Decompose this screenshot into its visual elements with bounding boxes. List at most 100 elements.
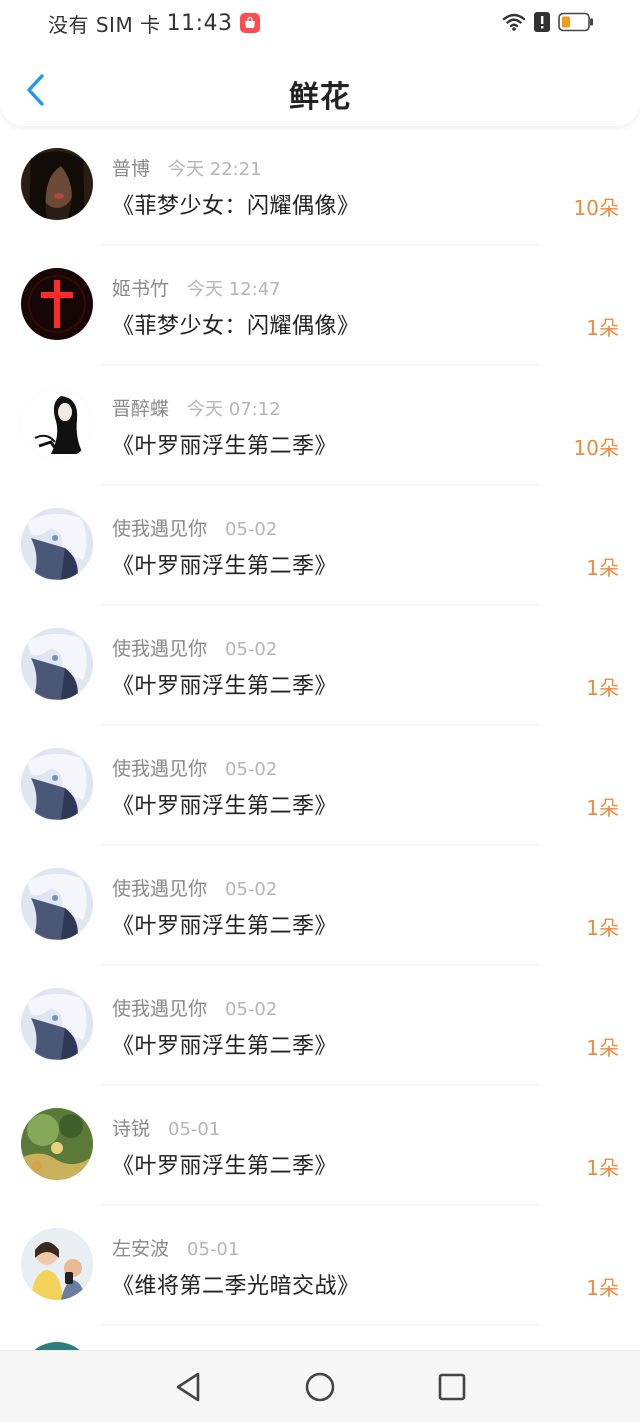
avatar-dark-portrait-icon <box>21 148 93 220</box>
name-line: 姬书竹 今天 12:47 <box>112 274 281 301</box>
flower-count: 10朵 <box>573 436 619 460</box>
name-line: 使我遇见你 05-02 <box>112 514 277 541</box>
home-circle-icon <box>305 1372 335 1401</box>
clock-text: 11:43 <box>166 10 233 36</box>
divider <box>100 1204 540 1205</box>
avatar-ink-sketch-icon <box>21 388 93 460</box>
list-item[interactable]: 普博 今天 22:21 《菲梦少女：闪耀偶像》 10朵 <box>0 126 640 246</box>
book-title: 《叶罗丽浮生第二季》 <box>112 1154 338 1179</box>
nav-back-button[interactable] <box>170 1369 206 1405</box>
alert-icon <box>534 12 550 32</box>
avatar[interactable] <box>21 508 93 580</box>
avatar[interactable] <box>21 268 93 340</box>
avatar-anime-blue-icon <box>21 628 93 700</box>
nav-recents-button[interactable] <box>434 1369 470 1405</box>
sent-time: 05-02 <box>225 759 278 780</box>
avatar-anime-blue-icon <box>21 988 93 1060</box>
list-item[interactable]: 诗锐 05-01 《叶罗丽浮生第二季》 1朵 <box>0 1086 640 1206</box>
flower-count: 1朵 <box>586 316 619 340</box>
battery-icon <box>558 12 594 32</box>
flower-count: 1朵 <box>586 1156 619 1180</box>
sent-time: 05-02 <box>225 879 278 900</box>
divider <box>100 604 540 605</box>
sender-name: 诗锐 <box>112 1118 151 1140</box>
avatar-anime-blue-icon <box>21 748 93 820</box>
avatar[interactable] <box>21 988 93 1060</box>
name-line: 使我遇见你 05-02 <box>112 994 277 1021</box>
screen: 没有 SIM 卡 11:43 鲜花 普博 今天 22:21 《菲梦少女：闪耀偶像… <box>0 0 640 1422</box>
divider <box>100 484 540 485</box>
flower-count: 1朵 <box>586 676 619 700</box>
flower-count: 1朵 <box>586 1276 619 1300</box>
flower-count: 1朵 <box>586 916 619 940</box>
book-title: 《叶罗丽浮生第二季》 <box>112 554 338 579</box>
sender-name: 使我遇见你 <box>112 638 208 660</box>
flower-count: 1朵 <box>586 556 619 580</box>
book-title: 《叶罗丽浮生第二季》 <box>112 674 338 699</box>
name-line: 普博 今天 22:21 <box>112 154 262 181</box>
recents-square-icon <box>438 1373 466 1400</box>
book-title: 《叶罗丽浮生第二季》 <box>112 914 338 939</box>
sent-time: 05-01 <box>187 1239 240 1260</box>
avatar[interactable] <box>21 148 93 220</box>
shopping-app-icon <box>240 13 261 33</box>
sent-time: 今天 22:21 <box>168 159 262 180</box>
list-item[interactable]: 使我遇见你 05-02 《叶罗丽浮生第二季》 1朵 <box>0 846 640 966</box>
name-line: 诗锐 05-01 <box>112 1114 220 1141</box>
divider <box>100 964 540 965</box>
avatar[interactable] <box>21 748 93 820</box>
list-item[interactable]: 使我遇见你 05-02 《叶罗丽浮生第二季》 1朵 <box>0 606 640 726</box>
avatar[interactable] <box>21 1108 93 1180</box>
header: 鲜花 <box>0 56 640 126</box>
avatar-anime-blue-icon <box>21 508 93 580</box>
avatar-couple-photo-icon <box>21 1228 93 1300</box>
list-item[interactable]: 使我遇见你 05-02 《叶罗丽浮生第二季》 1朵 <box>0 726 640 846</box>
divider <box>100 1084 540 1085</box>
sent-time: 05-02 <box>225 999 278 1020</box>
name-line: 使我遇见你 05-02 <box>112 874 277 901</box>
book-title: 《叶罗丽浮生第二季》 <box>112 1034 338 1059</box>
sender-name: 使我遇见你 <box>112 998 208 1020</box>
back-triangle-icon <box>176 1372 200 1401</box>
list-item[interactable]: 晋醉蝶 今天 07:12 《叶罗丽浮生第二季》 10朵 <box>0 366 640 486</box>
avatar[interactable] <box>21 868 93 940</box>
flower-count: 1朵 <box>586 796 619 820</box>
status-right <box>502 10 594 34</box>
list-item[interactable]: 左安波 05-01 《维将第二季光暗交战》 1朵 <box>0 1206 640 1326</box>
name-line: 左安波 05-01 <box>112 1234 239 1261</box>
sent-time: 今天 07:12 <box>187 399 281 420</box>
sender-name: 晋醉蝶 <box>112 398 170 420</box>
list-item[interactable]: 姬书竹 今天 12:47 《菲梦少女：闪耀偶像》 1朵 <box>0 246 640 366</box>
divider <box>100 364 540 365</box>
sender-name: 使我遇见你 <box>112 518 208 540</box>
divider <box>100 244 540 245</box>
avatar[interactable] <box>21 388 93 460</box>
book-title: 《菲梦少女：闪耀偶像》 <box>112 314 360 339</box>
avatar-anime-blue-icon <box>21 868 93 940</box>
name-line: 使我遇见你 05-02 <box>112 634 277 661</box>
system-nav-bar <box>0 1350 640 1422</box>
sent-time: 05-02 <box>225 519 278 540</box>
top-card: 没有 SIM 卡 11:43 鲜花 <box>0 0 640 126</box>
divider <box>100 1324 540 1325</box>
divider <box>100 844 540 845</box>
sender-name: 左安波 <box>112 1238 170 1260</box>
sender-name: 使我遇见你 <box>112 758 208 780</box>
wifi-icon <box>502 12 526 32</box>
sender-name: 姬书竹 <box>112 278 170 300</box>
status-left: 没有 SIM 卡 11:43 <box>48 9 261 37</box>
flower-list: 普博 今天 22:21 《菲梦少女：闪耀偶像》 10朵 姬书竹 今天 12:47… <box>0 126 640 1326</box>
book-title: 《叶罗丽浮生第二季》 <box>112 794 338 819</box>
sent-time: 05-01 <box>168 1119 221 1140</box>
list-item[interactable]: 使我遇见你 05-02 《叶罗丽浮生第二季》 1朵 <box>0 486 640 606</box>
avatar[interactable] <box>21 1228 93 1300</box>
avatar-red-cross-icon <box>21 268 93 340</box>
book-title: 《维将第二季光暗交战》 <box>112 1274 360 1299</box>
flower-count: 10朵 <box>573 196 619 220</box>
nav-home-button[interactable] <box>302 1369 338 1405</box>
avatar-green-nature-icon <box>21 1108 93 1180</box>
sender-name: 使我遇见你 <box>112 878 208 900</box>
sent-time: 今天 12:47 <box>187 279 281 300</box>
avatar[interactable] <box>21 628 93 700</box>
list-item[interactable]: 使我遇见你 05-02 《叶罗丽浮生第二季》 1朵 <box>0 966 640 1086</box>
